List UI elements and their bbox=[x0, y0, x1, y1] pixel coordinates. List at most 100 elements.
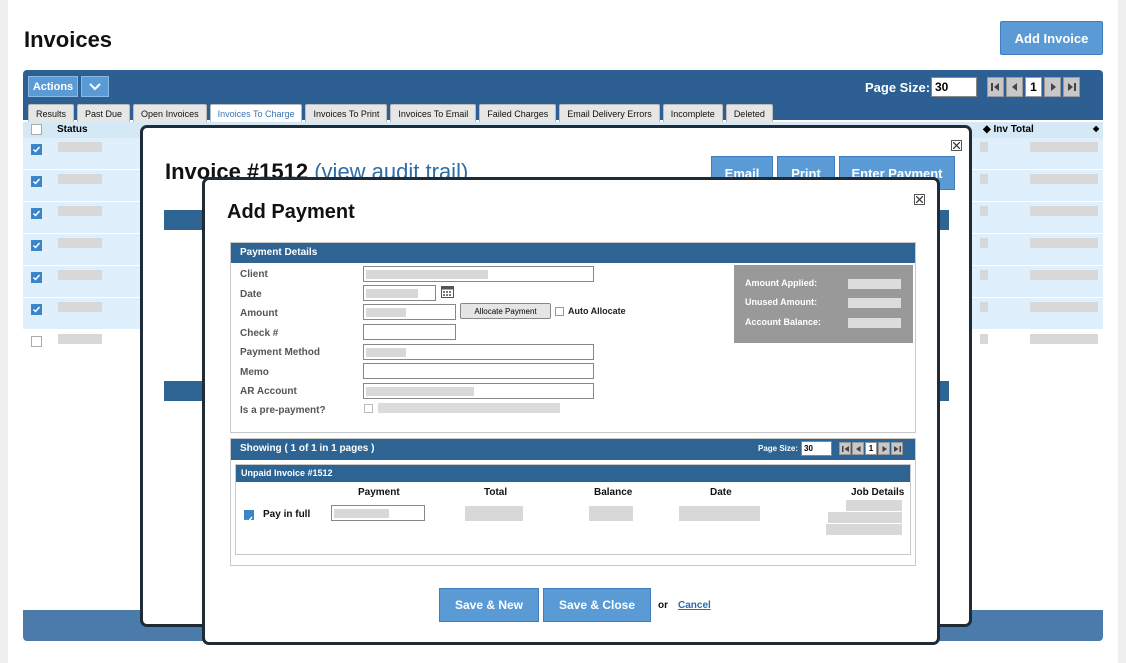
tab-results[interactable]: Results bbox=[28, 104, 75, 122]
cell-placeholder bbox=[980, 302, 988, 312]
save-and-new-button[interactable]: Save & New bbox=[439, 588, 539, 622]
payment-details-panel: Payment Details Client Date Amount Alloc… bbox=[230, 242, 916, 433]
page-size-input[interactable]: 30 bbox=[931, 77, 977, 97]
balance-column-header: Balance bbox=[594, 487, 633, 498]
cell-placeholder bbox=[1030, 206, 1098, 216]
check-number-label: Check # bbox=[240, 328, 279, 339]
prev-page-icon bbox=[855, 445, 860, 452]
tab-past-due[interactable]: Past Due bbox=[77, 104, 131, 122]
next-page-icon bbox=[882, 445, 887, 452]
close-icon[interactable] bbox=[951, 140, 962, 151]
date-field[interactable] bbox=[363, 285, 436, 301]
tab-invoices-to-email[interactable]: Invoices To Email bbox=[390, 104, 477, 122]
cell-placeholder bbox=[1030, 238, 1098, 248]
tab-invoices-to-print[interactable]: Invoices To Print bbox=[305, 104, 388, 122]
row-checkbox[interactable] bbox=[31, 240, 42, 251]
status-column-header[interactable]: Status bbox=[57, 124, 88, 135]
check-number-field[interactable] bbox=[363, 324, 456, 340]
cell-placeholder bbox=[1030, 174, 1098, 184]
unused-amount-label: Unused Amount: bbox=[745, 297, 818, 307]
allocate-payment-button[interactable]: Allocate Payment bbox=[460, 303, 551, 319]
row-checkbox[interactable] bbox=[31, 272, 42, 283]
checkmark-icon bbox=[32, 274, 41, 281]
tab-incomplete[interactable]: Incomplete bbox=[662, 104, 723, 122]
inv-total-label: Inv Total bbox=[993, 124, 1034, 135]
checkmark-icon bbox=[32, 146, 41, 153]
prepayment-note bbox=[378, 403, 560, 413]
amount-label: Amount bbox=[240, 308, 278, 319]
current-page[interactable]: 1 bbox=[1025, 77, 1042, 97]
pager: 1 bbox=[839, 442, 903, 455]
inv-total-column-header[interactable]: ◆ Inv Total bbox=[983, 124, 1034, 135]
row-checkbox[interactable] bbox=[31, 208, 42, 219]
amount-field[interactable] bbox=[363, 304, 456, 320]
prev-page-button[interactable] bbox=[1006, 77, 1023, 97]
unpaid-invoice-box: Unpaid Invoice #1512 Payment Total Balan… bbox=[235, 464, 911, 555]
panel-header: Showing ( 1 of 1 in 1 pages ) Page Size:… bbox=[231, 439, 915, 460]
row-checkbox[interactable] bbox=[31, 144, 42, 155]
row-checkbox[interactable] bbox=[31, 336, 42, 347]
prev-page-icon bbox=[1011, 83, 1017, 91]
first-page-icon bbox=[841, 445, 849, 452]
row-checkbox[interactable] bbox=[31, 304, 42, 315]
total-column-header: Total bbox=[484, 487, 508, 498]
tab-failed-charges[interactable]: Failed Charges bbox=[479, 104, 557, 122]
cancel-link[interactable]: Cancel bbox=[678, 600, 711, 611]
cell-placeholder bbox=[1030, 302, 1098, 312]
account-balance-label: Account Balance: bbox=[745, 317, 822, 327]
pager: 1 bbox=[987, 77, 1080, 97]
add-invoice-button[interactable]: Add Invoice bbox=[1000, 21, 1103, 55]
tab-email-delivery-errors[interactable]: Email Delivery Errors bbox=[559, 104, 660, 122]
unpaid-invoices-panel: Showing ( 1 of 1 in 1 pages ) Page Size:… bbox=[230, 438, 916, 566]
prepayment-label: Is a pre-payment? bbox=[240, 405, 326, 416]
next-page-button[interactable] bbox=[878, 442, 890, 455]
payment-summary-box: Amount Applied: Unused Amount: Account B… bbox=[734, 265, 913, 343]
ar-account-select[interactable] bbox=[363, 383, 594, 399]
cell-placeholder bbox=[58, 334, 102, 344]
pay-in-full-checkbox[interactable] bbox=[244, 510, 254, 524]
tab-open-invoices[interactable]: Open Invoices bbox=[133, 104, 207, 122]
close-icon[interactable] bbox=[914, 194, 925, 205]
first-page-button[interactable] bbox=[987, 77, 1004, 97]
date-label: Date bbox=[240, 289, 262, 300]
unpaid-invoice-header: Unpaid Invoice #1512 bbox=[236, 465, 910, 482]
current-page[interactable]: 1 bbox=[865, 442, 877, 455]
cell-placeholder bbox=[980, 174, 988, 184]
prepayment-checkbox[interactable] bbox=[364, 404, 373, 413]
save-and-close-button[interactable]: Save & Close bbox=[543, 588, 651, 622]
prev-page-button[interactable] bbox=[852, 442, 864, 455]
calendar-icon[interactable] bbox=[441, 286, 454, 298]
memo-field[interactable] bbox=[363, 363, 594, 379]
cell-placeholder bbox=[58, 174, 102, 184]
last-page-button[interactable] bbox=[1063, 77, 1080, 97]
checkmark-icon bbox=[32, 210, 41, 217]
last-page-button[interactable] bbox=[891, 442, 903, 455]
actions-button[interactable]: Actions bbox=[28, 76, 78, 97]
auto-allocate-checkbox[interactable] bbox=[555, 307, 564, 316]
last-page-icon bbox=[1068, 83, 1076, 91]
sort-icon[interactable]: ◆ bbox=[1093, 124, 1099, 133]
cell-placeholder bbox=[58, 238, 102, 248]
cell-placeholder bbox=[980, 142, 988, 152]
payment-amount-input[interactable] bbox=[331, 505, 425, 521]
payment-method-select[interactable] bbox=[363, 344, 594, 360]
job-details-value bbox=[846, 500, 902, 511]
tab-bar: Results Past Due Open Invoices Invoices … bbox=[28, 104, 773, 122]
cell-placeholder bbox=[58, 270, 102, 280]
last-page-icon bbox=[893, 445, 901, 452]
ar-account-label: AR Account bbox=[240, 386, 297, 397]
chevron-down-icon bbox=[89, 82, 101, 90]
checkmark-icon bbox=[245, 516, 253, 524]
next-page-button[interactable] bbox=[1044, 77, 1061, 97]
tab-deleted[interactable]: Deleted bbox=[725, 104, 773, 122]
select-all-checkbox[interactable] bbox=[31, 124, 42, 135]
page-size-input[interactable]: 30 bbox=[801, 441, 832, 456]
first-page-button[interactable] bbox=[839, 442, 851, 455]
row-checkbox[interactable] bbox=[31, 176, 42, 187]
actions-dropdown-toggle[interactable] bbox=[81, 76, 109, 97]
client-field[interactable] bbox=[363, 266, 594, 282]
cell-placeholder bbox=[980, 238, 988, 248]
tab-invoices-to-charge[interactable]: Invoices To Charge bbox=[209, 104, 303, 122]
auto-allocate-label: Auto Allocate bbox=[568, 306, 626, 316]
cell-placeholder bbox=[980, 334, 988, 344]
